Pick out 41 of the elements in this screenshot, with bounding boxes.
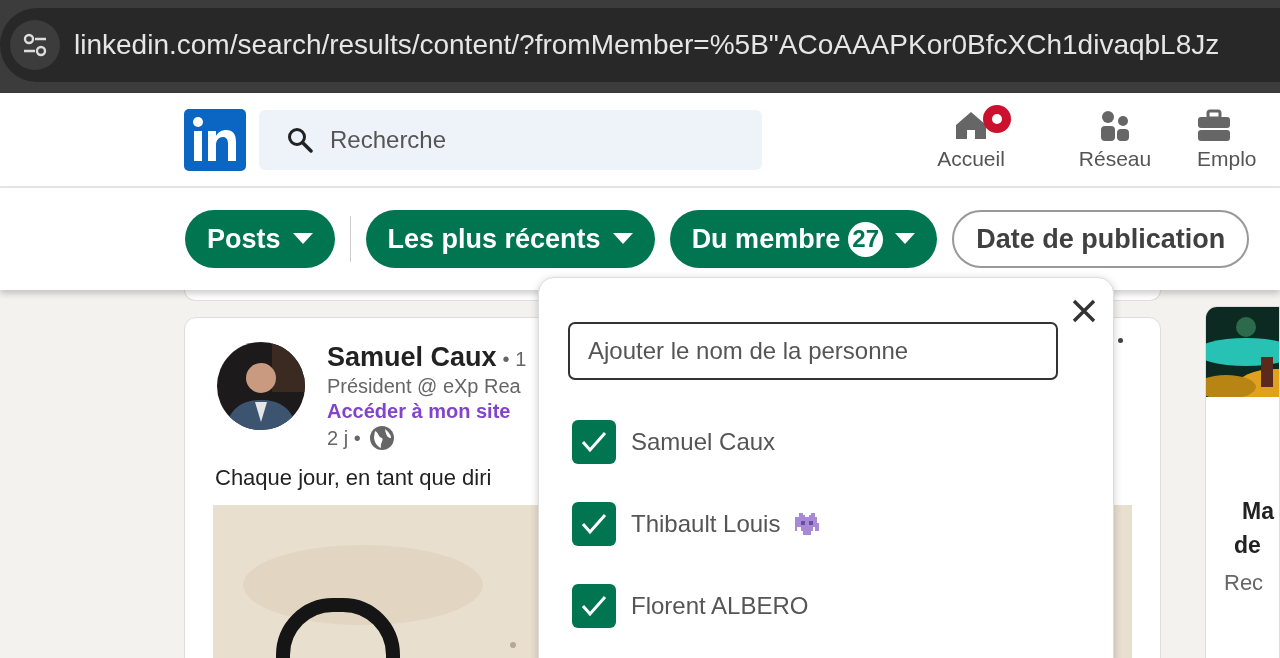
checkbox[interactable] [572, 584, 616, 628]
briefcase-icon [1197, 108, 1231, 143]
card-subtitle: Rec [1224, 570, 1265, 596]
caret-icon [612, 233, 633, 245]
checkmark-icon [581, 513, 607, 535]
address-bar[interactable]: linkedin.com/search/results/content/?fromMember=%5B"ACoAAAPKor0BfcXCh1divaqbL8Jz [0, 8, 1280, 82]
url-text: linkedin.com/search/results/content/?fromMember=%5B"ACoAAAPKor0BfcXCh1divaqbL8Jz [74, 29, 1220, 61]
member-name[interactable]: Thibault Louis [631, 510, 781, 538]
connection-degree: • 1 [502, 348, 527, 370]
post-time: 2 j • [327, 426, 361, 450]
nav-item[interactable]: Emplo [1187, 108, 1277, 171]
nav-item[interactable]: Réseau [1043, 108, 1187, 171]
caret-icon [292, 233, 313, 245]
member-name[interactable]: Samuel Caux [631, 428, 776, 456]
checkmark-icon [581, 431, 607, 453]
card-title: de [1234, 531, 1261, 560]
website-link[interactable]: Accéder à mon site [327, 400, 527, 423]
author-name[interactable]: Samuel Caux [327, 342, 497, 372]
name-input-field[interactable]: Ajouter le nom de la personne [568, 322, 1058, 380]
filter-pill[interactable]: Les plus récents [365, 210, 655, 268]
checkmark-icon [581, 595, 607, 617]
post-text: Chaque jour, en tant que diri [215, 465, 493, 491]
author-headline: Président @ eXp Rea [327, 375, 522, 398]
filter-pill[interactable]: Posts [185, 210, 335, 268]
linkedin-logo[interactable] [184, 108, 246, 171]
more-options-icon[interactable] [1118, 338, 1123, 343]
caret-icon [895, 233, 916, 245]
search-field[interactable]: Recherche [259, 109, 762, 170]
checkbox[interactable] [572, 502, 616, 546]
close-icon[interactable] [1071, 298, 1097, 324]
search-icon [287, 126, 313, 153]
globe-icon [368, 425, 395, 451]
filter-pill[interactable]: Date de publication [952, 210, 1250, 268]
sliders-icon [22, 32, 48, 58]
people-icon [1098, 108, 1132, 143]
checkbox[interactable] [572, 420, 616, 464]
count-badge: 27 [848, 221, 884, 257]
nav-item[interactable]: Accueil [899, 108, 1043, 171]
member-name[interactable]: Florent ALBERO [631, 592, 809, 620]
filter-pill[interactable]: Du membre 27 [669, 210, 938, 268]
card-title: Ma [1242, 497, 1274, 526]
